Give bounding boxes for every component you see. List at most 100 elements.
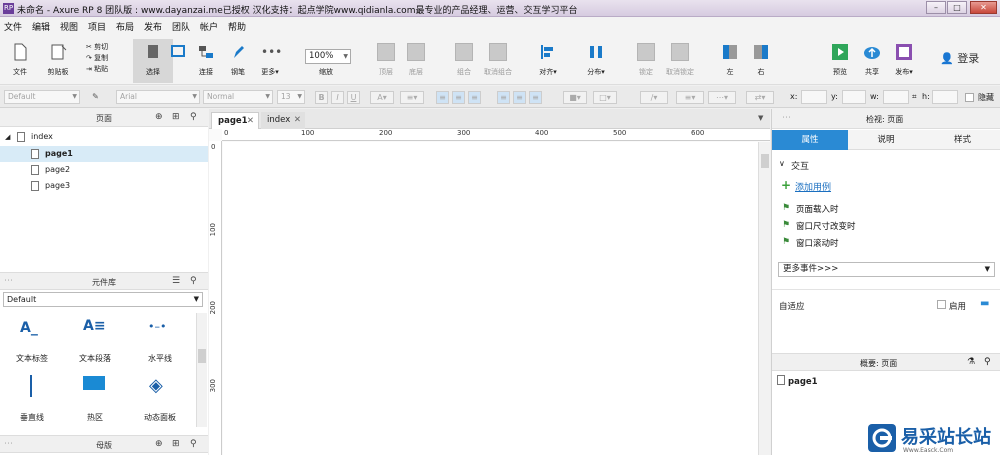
shadow-button[interactable]: □▾ xyxy=(593,91,617,104)
line-color-button[interactable]: ∕▾ xyxy=(640,91,668,104)
fill-color-button[interactable]: ■▾ xyxy=(563,91,587,104)
ungroup-button[interactable]: 取消组合 xyxy=(478,39,518,83)
align-right-button[interactable]: ≡ xyxy=(468,91,481,104)
bullet-list-button[interactable]: ≡▾ xyxy=(400,91,424,104)
add-master-icon[interactable]: ⊕ xyxy=(155,439,163,449)
menu-edit[interactable]: 编辑 xyxy=(32,20,50,33)
add-folder-icon[interactable]: ⊞ xyxy=(172,112,180,122)
add-page-icon[interactable]: ⊕ xyxy=(155,112,163,122)
add-folder-icon[interactable]: ⊞ xyxy=(172,439,180,449)
clipboard-button[interactable]: 剪贴板 xyxy=(38,39,78,83)
align-left-button[interactable]: ≡ xyxy=(436,91,449,104)
more-button[interactable]: ••• 更多▾ xyxy=(250,39,290,83)
menu-account[interactable]: 帐户 xyxy=(200,20,218,33)
tab-page1[interactable]: page1 ✕ xyxy=(211,112,259,129)
scroll-thumb[interactable] xyxy=(198,349,206,363)
page-item-page2[interactable]: page2 xyxy=(0,162,208,178)
chevron-down-icon[interactable]: ∨ xyxy=(779,159,785,168)
bold-button[interactable]: B xyxy=(315,91,328,104)
align-center-button[interactable]: ≡ xyxy=(452,91,465,104)
tab-notes[interactable]: 说明 xyxy=(848,130,924,150)
event-window-resize[interactable]: ⚑ 窗口尺寸改变时 xyxy=(782,220,856,232)
valign-bottom-button[interactable]: ≡ xyxy=(529,91,542,104)
keep-ratio-icon[interactable]: ⌗ xyxy=(912,92,917,102)
page-item-page3[interactable]: page3 xyxy=(0,178,208,194)
font-color-button[interactable]: A▾ xyxy=(370,91,394,104)
cut-button[interactable]: ✂ 剪切 xyxy=(86,42,108,53)
collapse-arrow-icon[interactable]: ◢ xyxy=(5,129,10,145)
widget-horizontal-line[interactable]: •–• 水平线 xyxy=(130,314,190,368)
close-button[interactable]: ✕ xyxy=(970,1,997,14)
search-icon[interactable]: ⚲ xyxy=(190,112,197,122)
font-size-select[interactable]: 13 ▼ xyxy=(277,90,305,104)
widget-dynamic-panel[interactable]: ◈ 动态面板 xyxy=(130,373,190,427)
search-icon[interactable]: ⚲ xyxy=(190,276,197,286)
menu-help[interactable]: 帮助 xyxy=(228,20,246,33)
menu-file[interactable]: 文件 xyxy=(4,20,22,33)
w-input[interactable] xyxy=(883,90,909,104)
widget-text-paragraph[interactable]: A≡ 文本段落 xyxy=(65,314,125,368)
h-input[interactable] xyxy=(932,90,958,104)
menu-layout[interactable]: 布局 xyxy=(116,20,134,33)
page-item-page1[interactable]: page1 xyxy=(0,146,208,162)
widget-text-label[interactable]: A_ 文本标签 xyxy=(2,314,62,368)
menu-project[interactable]: 项目 xyxy=(88,20,106,33)
menu-view[interactable]: 视图 xyxy=(60,20,78,33)
filter-icon[interactable]: ⚗ xyxy=(967,357,975,367)
send-to-back-button[interactable]: 底层 xyxy=(396,39,436,83)
align-button[interactable]: 对齐▾ xyxy=(528,39,568,83)
login-button[interactable]: 👤 登录 xyxy=(940,50,979,66)
x-input[interactable] xyxy=(801,90,827,104)
valign-middle-button[interactable]: ≡ xyxy=(513,91,526,104)
valign-top-button[interactable]: ≡ xyxy=(497,91,510,104)
font-select[interactable]: Arial ▼ xyxy=(116,90,200,104)
underline-button[interactable]: U xyxy=(347,91,360,104)
library-select[interactable]: Default ▼ xyxy=(3,292,203,307)
hide-checkbox[interactable] xyxy=(965,93,974,102)
maximize-button[interactable]: □ xyxy=(947,1,967,14)
close-icon[interactable]: ✕ xyxy=(247,113,254,129)
close-icon[interactable]: ✕ xyxy=(294,112,301,128)
add-case-link[interactable]: 添加用例 xyxy=(795,180,831,193)
style-select[interactable]: Default ▼ xyxy=(4,90,80,104)
minimize-button[interactable]: – xyxy=(926,1,946,14)
file-button[interactable]: 文件 xyxy=(0,39,40,83)
plus-icon[interactable]: + xyxy=(781,178,791,192)
y-input[interactable] xyxy=(842,90,866,104)
copy-button[interactable]: ↷ 复制 xyxy=(86,53,108,64)
widget-vertical-line[interactable]: 垂直线 xyxy=(2,373,62,427)
widget-hotspot[interactable]: 热区 xyxy=(65,373,125,427)
event-page-load[interactable]: ⚑ 页面载入时 xyxy=(782,203,839,215)
tab-list-icon[interactable]: ▼ xyxy=(758,114,763,122)
tab-properties[interactable]: 属性 xyxy=(772,130,848,150)
event-window-scroll[interactable]: ⚑ 窗口滚动时 xyxy=(782,237,839,249)
font-weight-select[interactable]: Normal ▼ xyxy=(203,90,273,104)
tab-index[interactable]: index ✕ xyxy=(261,112,305,129)
tab-style[interactable]: 样式 xyxy=(924,130,1000,150)
page-item-index[interactable]: ◢ index xyxy=(0,129,208,145)
format-painter-icon[interactable]: ✎ xyxy=(89,91,102,104)
paste-button[interactable]: ⇥ 粘贴 xyxy=(86,64,108,75)
adaptive-settings-icon[interactable]: ▬ xyxy=(980,298,989,309)
right-panel-toggle[interactable]: 右 xyxy=(741,39,781,83)
outline-item-page1[interactable]: page1 xyxy=(777,374,818,387)
canvas-scrollbar[interactable] xyxy=(758,142,770,455)
adaptive-enable-checkbox[interactable] xyxy=(937,300,946,309)
arrow-style-button[interactable]: ⇄▾ xyxy=(746,91,774,104)
more-events-select[interactable]: 更多事件>>> ▼ xyxy=(778,262,995,277)
menu-icon[interactable]: ☰ xyxy=(172,276,180,286)
italic-button[interactable]: I xyxy=(331,91,344,104)
scroll-thumb[interactable] xyxy=(761,154,769,168)
zoom-select[interactable]: 100% ▼ xyxy=(305,49,351,64)
publish-button[interactable]: 发布▾ xyxy=(884,39,924,83)
menu-publish[interactable]: 发布 xyxy=(144,20,162,33)
unlock-button[interactable]: 取消锁定 xyxy=(660,39,700,83)
search-icon[interactable]: ⚲ xyxy=(190,439,197,449)
menu-team[interactable]: 团队 xyxy=(172,20,190,33)
search-icon[interactable]: ⚲ xyxy=(984,357,991,367)
distribute-button[interactable]: 分布▾ xyxy=(576,39,616,83)
library-scrollbar[interactable] xyxy=(196,313,207,427)
line-style-button[interactable]: ⋯▾ xyxy=(708,91,736,104)
line-width-button[interactable]: ≡▾ xyxy=(676,91,704,104)
drag-handle-icon[interactable]: ⋯ xyxy=(782,113,791,123)
